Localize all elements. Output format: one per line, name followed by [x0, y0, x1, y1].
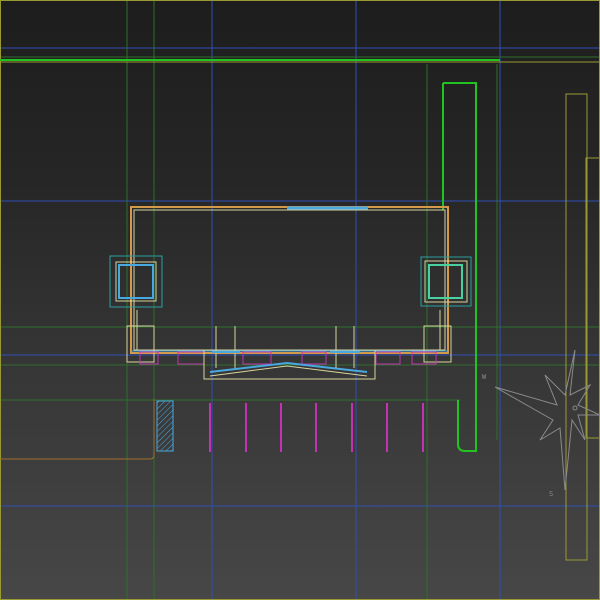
right-column[interactable] [420, 256, 472, 307]
column-mid [424, 260, 468, 303]
compass-star [494, 349, 600, 491]
cad-drawing-canvas[interactable] [0, 0, 600, 600]
lower-posts [126, 310, 452, 363]
building-wall-inner [133, 209, 446, 351]
canopy-roof-line [209, 365, 368, 377]
viewport-border [0, 0, 600, 600]
parking-stalls [209, 403, 424, 452]
olive-border-lines [0, 0, 600, 600]
green-boundary [0, 59, 500, 452]
road-outline [0, 399, 155, 460]
building-wall-outer [130, 206, 449, 354]
column-inner [118, 264, 154, 299]
compass-label-south: S [549, 490, 554, 498]
hatched-bench[interactable] [156, 400, 174, 452]
blue-grid-lines [0, 0, 600, 600]
column-mid [115, 261, 157, 302]
compass-label-west: W [482, 373, 487, 381]
green-construction-lines [0, 0, 600, 600]
top-view-viewport[interactable]: W S [0, 0, 600, 600]
compass-center [572, 405, 578, 411]
building-outline[interactable] [130, 206, 449, 354]
canopy-roof-line [209, 361, 368, 373]
post [423, 325, 452, 363]
inner-side-strip [585, 157, 600, 439]
compass-rose-icon[interactable] [494, 349, 600, 491]
